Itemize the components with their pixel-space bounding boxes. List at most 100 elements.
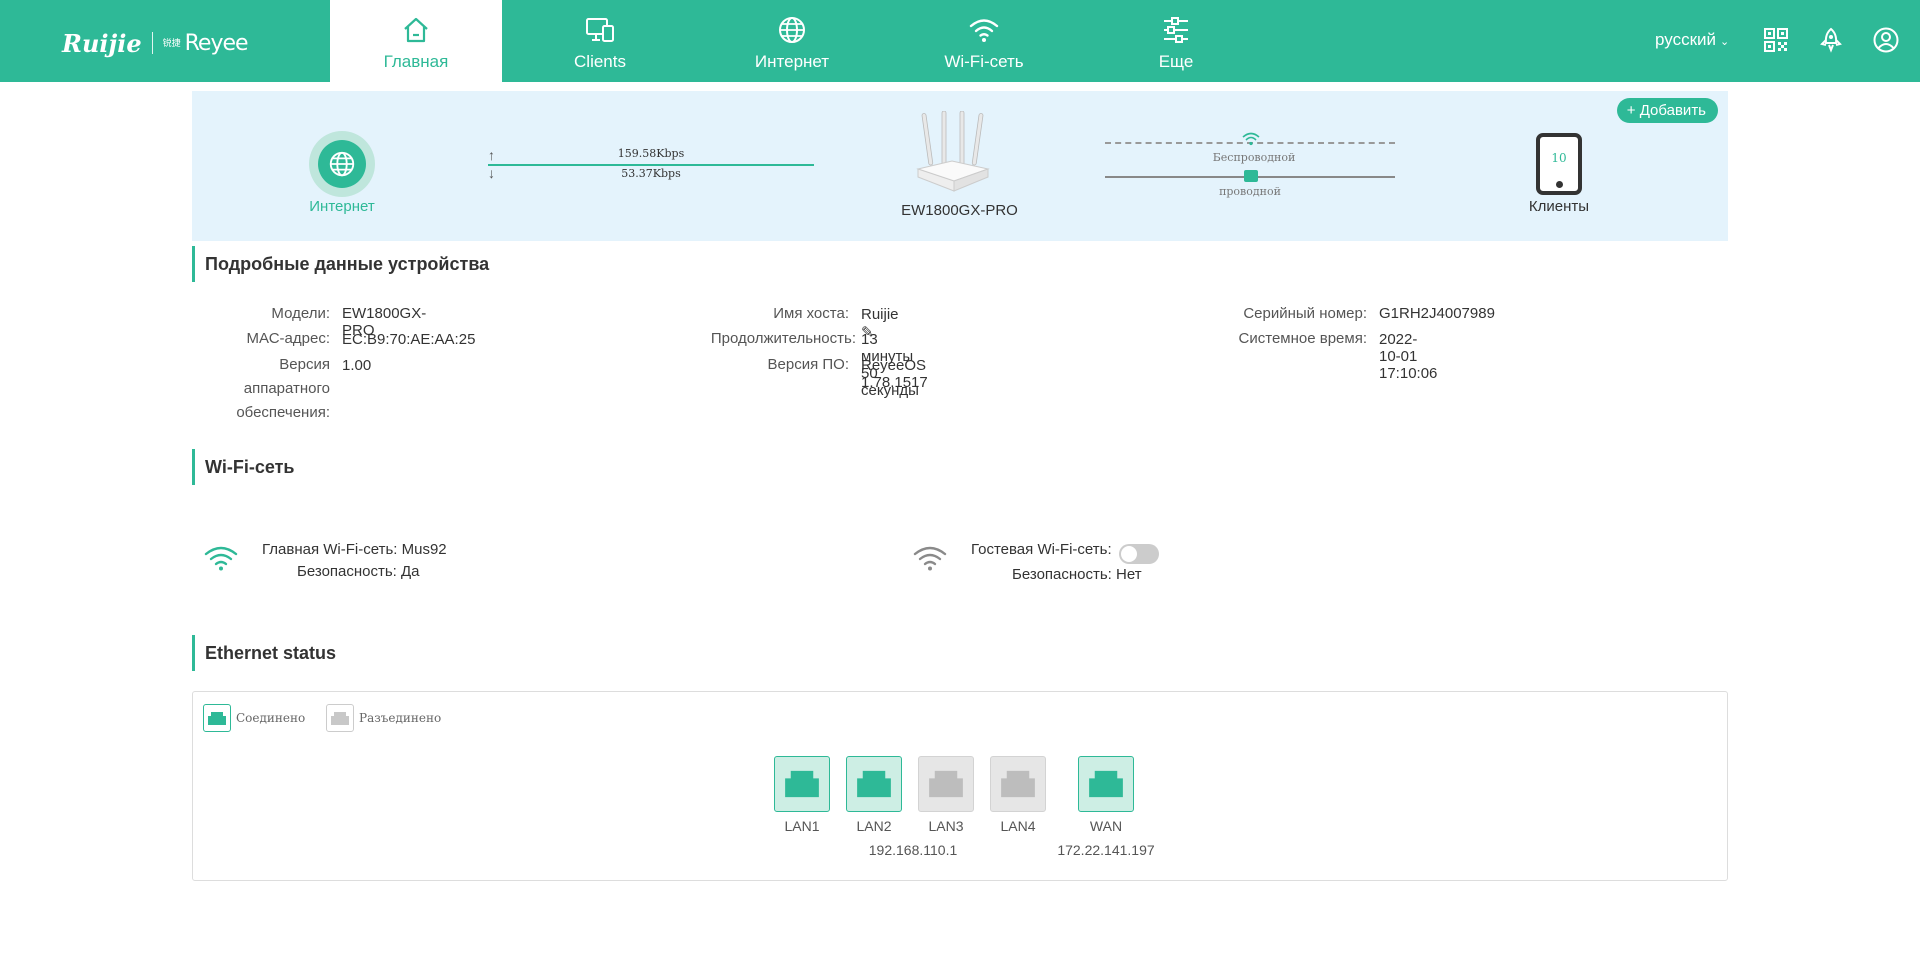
guest-wifi-toggle[interactable]	[1119, 544, 1159, 564]
wan-ip-address: 172.22.141.197	[1057, 842, 1155, 858]
logo-ruijie-text: Ruijie	[62, 28, 142, 58]
ruijie-reyee-logo[interactable]: Ruijie 锐捷 Reyee	[62, 28, 249, 58]
chevron-down-icon: ⌄	[1720, 36, 1730, 48]
add-device-button[interactable]: + Добавить	[1616, 98, 1718, 123]
nav-more-label: Еще	[1158, 52, 1194, 71]
firmware-value: ReyeeOS 1.78.1517	[861, 357, 928, 391]
home-icon	[404, 17, 428, 43]
mac-key: МАС-адрес:	[246, 330, 330, 347]
logo-small-text: 锐捷	[162, 38, 181, 48]
port-lan2[interactable]	[846, 756, 902, 812]
upload-rate: 159.58Kbps	[617, 147, 685, 160]
nav-clients-label: Clients	[574, 52, 626, 71]
hw-version-value: 1.00	[342, 357, 372, 374]
ethernet-port-icon	[929, 770, 963, 798]
globe-icon	[329, 151, 355, 177]
internet-node-inner	[318, 140, 366, 188]
port-lan4-label: LAN4	[1000, 818, 1036, 834]
download-rate: 53.37Kbps	[621, 167, 681, 180]
ethernet-port-icon	[785, 770, 819, 798]
logo-reyee-text: Reyee	[184, 30, 249, 56]
legend-disconnected: Разъединено	[326, 704, 441, 732]
nav-clients[interactable]: Clients	[514, 0, 686, 82]
wifi-icon	[969, 19, 999, 42]
legend-connected-label: Соединено	[236, 711, 306, 725]
ethernet-section-title: Ethernet status	[192, 635, 336, 671]
guest-wifi-security: Безопасность: Нет	[1012, 566, 1142, 583]
clients-label: Клиенты	[1528, 198, 1590, 215]
lan-ip-address: 192.168.110.1	[868, 842, 958, 858]
model-key: Модели:	[271, 305, 330, 322]
ethernet-port-icon	[1001, 770, 1035, 798]
port-lan3-label: LAN3	[928, 818, 964, 834]
port-lan2-label: LAN2	[856, 818, 892, 834]
serial-value: G1RH2J4007989	[1379, 305, 1495, 322]
nav-home[interactable]: Главная	[330, 0, 502, 82]
qr-code-icon[interactable]	[1762, 26, 1790, 54]
router-model-label: EW1800GX-PRO	[901, 202, 1018, 219]
tablet-home-button	[1556, 181, 1563, 188]
wireless-link-icon	[1242, 132, 1260, 146]
main-wifi-text[interactable]: Главная Wi-Fi-сеть: Mus92	[262, 539, 447, 561]
language-label: русский	[1655, 30, 1717, 49]
guest-wifi-icon[interactable]	[912, 543, 948, 573]
clients-tablet-icon[interactable]: 10	[1536, 133, 1582, 195]
rocket-icon[interactable]	[1817, 26, 1845, 54]
port-lan1[interactable]	[774, 756, 830, 812]
connected-port-icon	[203, 704, 231, 732]
serial-key: Серийный номер:	[1243, 305, 1367, 322]
main-wifi-security: Безопасность: Да	[297, 563, 420, 580]
mac-value: EC:B9:70:AE:AA:25	[342, 331, 476, 348]
disconnected-port-icon	[326, 704, 354, 732]
port-wan[interactable]	[1078, 756, 1134, 812]
port-lan4[interactable]	[990, 756, 1046, 812]
ethernet-port-icon	[857, 770, 891, 798]
hw-version-key-line2: аппаратного	[243, 380, 330, 397]
uptime-key: Продолжительность:	[710, 330, 856, 347]
logo-divider	[151, 32, 153, 54]
ethernet-port-icon	[1089, 770, 1123, 798]
main-wifi-icon[interactable]	[203, 543, 239, 573]
globe-icon	[779, 17, 805, 43]
port-lan1-label: LAN1	[784, 818, 820, 834]
router-image[interactable]	[912, 111, 992, 197]
system-time-key: Системное время:	[1238, 330, 1367, 347]
nav-home-label: Главная	[383, 52, 449, 71]
main-wifi-ssid: Mus92	[401, 541, 447, 558]
guest-wifi-label: Гостевая Wi-Fi-сеть:	[971, 541, 1112, 558]
nav-wifi-label: Wi-Fi-сеть	[944, 52, 1024, 71]
internet-link-line	[488, 164, 814, 166]
topology-banner: + Добавить Интернет ↑ ↓ 159.58Kbps 53.37…	[192, 91, 1728, 241]
main-nav: Главная Clients Интернет Wi-Fi-сеть Еще	[330, 0, 1282, 82]
nav-more[interactable]: Еще	[1090, 0, 1262, 82]
ethernet-port-icon	[1244, 170, 1258, 182]
port-lan3[interactable]	[918, 756, 974, 812]
user-icon[interactable]	[1872, 26, 1900, 54]
legend-connected: Соединено	[203, 704, 305, 732]
toggle-knob	[1121, 546, 1137, 562]
settings-sliders-icon	[1164, 17, 1188, 43]
nav-internet[interactable]: Интернет	[706, 0, 878, 82]
hostname-key: Имя хоста:	[773, 305, 849, 322]
internet-label: Интернет	[309, 198, 375, 215]
hw-version-key-line1: Версия	[279, 356, 330, 373]
legend-disconnected-label: Разъединено	[359, 711, 442, 725]
top-navigation-bar: Ruijie 锐捷 Reyee Главная Clients Интернет…	[0, 0, 1920, 82]
devices-icon	[586, 18, 614, 42]
main-wifi-label: Главная Wi-Fi-сеть:	[262, 541, 398, 558]
internet-node[interactable]	[309, 131, 375, 197]
wireless-link-label: Беспроводной	[1212, 151, 1296, 164]
device-details-title: Подробные данные устройства	[192, 246, 489, 282]
hw-version-key-line3: обеспечения:	[236, 404, 330, 421]
wired-link-label: проводной	[1219, 185, 1281, 198]
port-wan-label: WAN	[1089, 818, 1123, 834]
nav-wifi[interactable]: Wi-Fi-сеть	[898, 0, 1070, 82]
language-selector[interactable]: русский ⌄	[1655, 30, 1729, 50]
system-time-value: 2022-10-01 17:10:06	[1379, 331, 1438, 382]
hostname-text: Ruijie	[861, 306, 899, 323]
clients-count: 10	[1551, 151, 1567, 165]
nav-internet-label: Интернет	[754, 52, 830, 71]
wifi-section-title: Wi-Fi-сеть	[192, 449, 294, 485]
firmware-key: Версия ПО:	[767, 356, 849, 373]
ethernet-status-panel: Соединено Разъединено LAN1 LAN2 LAN3 LAN…	[192, 691, 1728, 881]
